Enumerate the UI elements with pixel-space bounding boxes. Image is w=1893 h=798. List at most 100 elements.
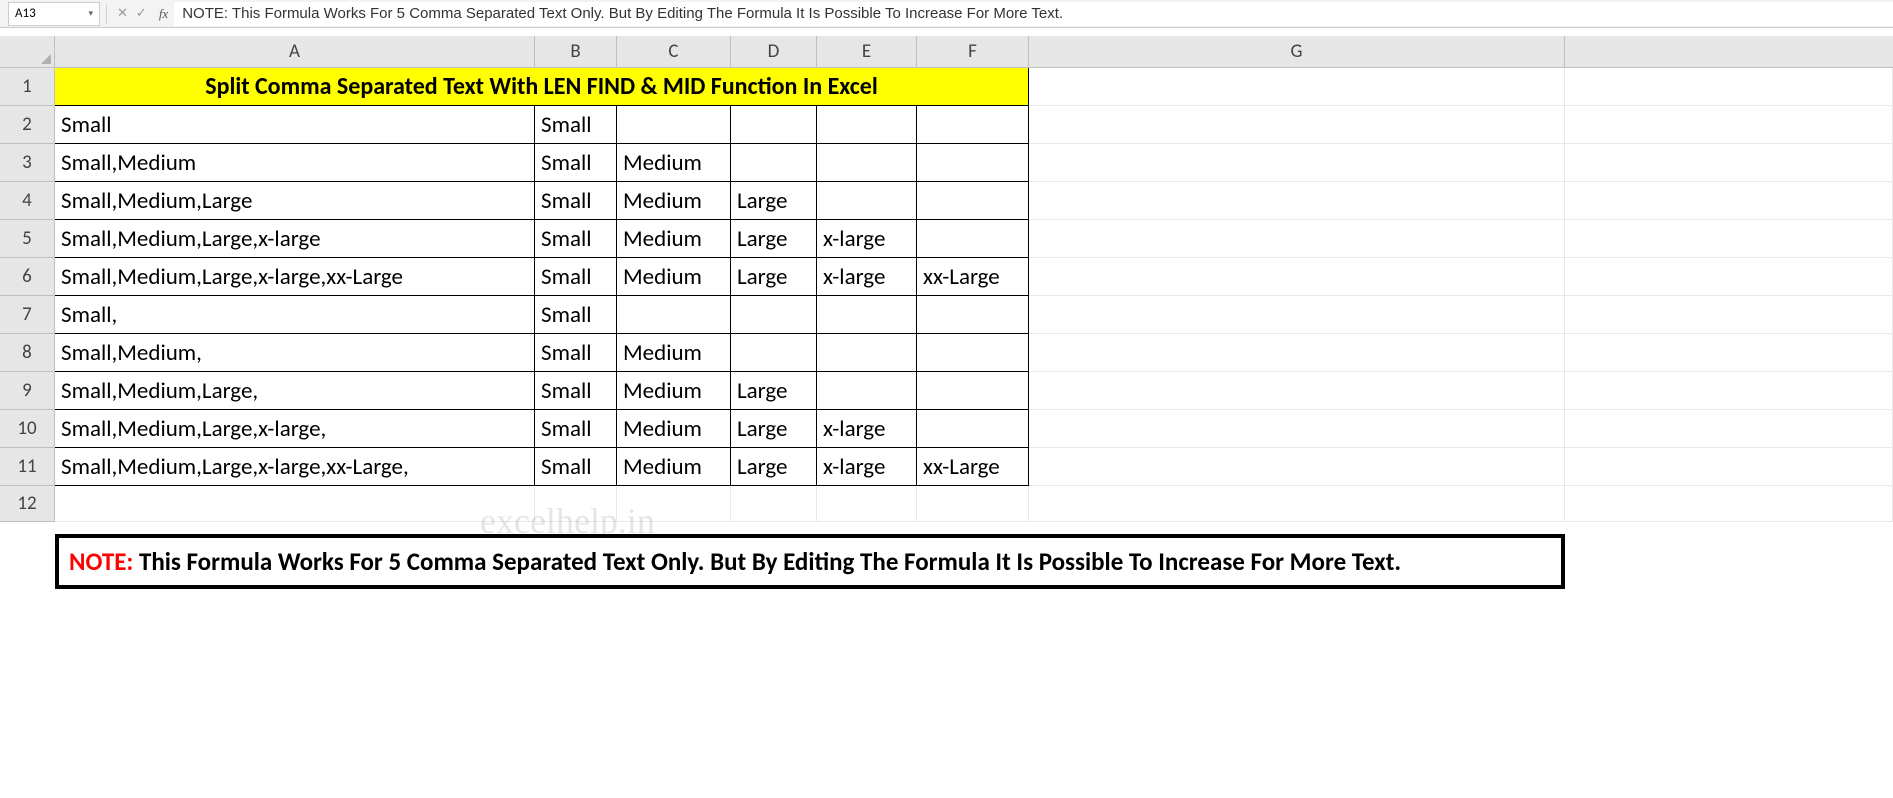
- formula-input[interactable]: [174, 2, 1893, 26]
- row-header-1[interactable]: 1: [0, 68, 55, 106]
- enter-icon[interactable]: ✓: [136, 6, 147, 21]
- cell[interactable]: [731, 486, 817, 522]
- cell[interactable]: [917, 144, 1029, 182]
- row-header-2[interactable]: 2: [0, 106, 55, 144]
- cell[interactable]: [617, 296, 731, 334]
- cell[interactable]: Large: [731, 182, 817, 220]
- cell[interactable]: [817, 334, 917, 372]
- row-header-5[interactable]: 5: [0, 220, 55, 258]
- cell[interactable]: [617, 106, 731, 144]
- cell[interactable]: Small: [535, 448, 617, 486]
- cell[interactable]: [1029, 68, 1565, 106]
- cell[interactable]: x-large: [817, 448, 917, 486]
- cell[interactable]: Small: [535, 258, 617, 296]
- cell[interactable]: [1565, 258, 1893, 296]
- cell[interactable]: [817, 296, 917, 334]
- cell[interactable]: [731, 144, 817, 182]
- cell[interactable]: [1565, 144, 1893, 182]
- cell[interactable]: Small: [535, 106, 617, 144]
- cell[interactable]: Large: [731, 410, 817, 448]
- cell[interactable]: Small,Medium,Large,x-large,xx-Large: [55, 258, 535, 296]
- cell[interactable]: [1029, 296, 1565, 334]
- cell[interactable]: [535, 486, 617, 522]
- col-header-G[interactable]: G: [1029, 36, 1565, 68]
- note-box[interactable]: NOTE: This Formula Works For 5 Comma Sep…: [55, 534, 1565, 589]
- cancel-icon[interactable]: ✕: [117, 6, 128, 21]
- cell[interactable]: Small,Medium,Large,: [55, 372, 535, 410]
- cell[interactable]: [917, 372, 1029, 410]
- cell[interactable]: Small,Medium,: [55, 334, 535, 372]
- cell[interactable]: xx-Large: [917, 258, 1029, 296]
- cell[interactable]: [1565, 334, 1893, 372]
- name-box-dropdown-icon[interactable]: ▾: [88, 8, 93, 19]
- cell[interactable]: Small: [535, 296, 617, 334]
- cell[interactable]: Medium: [617, 448, 731, 486]
- cell[interactable]: [1029, 220, 1565, 258]
- cell[interactable]: Large: [731, 372, 817, 410]
- cell[interactable]: [731, 334, 817, 372]
- cell[interactable]: [817, 182, 917, 220]
- cell[interactable]: Small: [535, 144, 617, 182]
- cell[interactable]: [1565, 410, 1893, 448]
- cell[interactable]: Small: [535, 410, 617, 448]
- col-header-B[interactable]: B: [535, 36, 617, 68]
- row-header-10[interactable]: 10: [0, 410, 55, 448]
- name-box[interactable]: A13 ▾: [8, 2, 100, 26]
- cell[interactable]: [1029, 182, 1565, 220]
- row-header-9[interactable]: 9: [0, 372, 55, 410]
- cell[interactable]: [917, 220, 1029, 258]
- cell[interactable]: [917, 296, 1029, 334]
- cell[interactable]: Small: [535, 220, 617, 258]
- cell[interactable]: [55, 486, 535, 522]
- cell[interactable]: Small: [535, 334, 617, 372]
- cell[interactable]: Small,Medium,Large,x-large: [55, 220, 535, 258]
- cell[interactable]: Medium: [617, 220, 731, 258]
- cell[interactable]: [1029, 106, 1565, 144]
- cell[interactable]: [917, 182, 1029, 220]
- fx-icon[interactable]: fx: [159, 6, 168, 22]
- cell[interactable]: Large: [731, 220, 817, 258]
- select-all-corner[interactable]: [0, 36, 55, 68]
- cell[interactable]: [1565, 296, 1893, 334]
- cell[interactable]: x-large: [817, 410, 917, 448]
- cell[interactable]: [817, 486, 917, 522]
- cell[interactable]: [1029, 410, 1565, 448]
- cell[interactable]: Small: [55, 106, 535, 144]
- cell[interactable]: xx-Large: [917, 448, 1029, 486]
- cell[interactable]: [1565, 106, 1893, 144]
- col-header-D[interactable]: D: [731, 36, 817, 68]
- row-header-6[interactable]: 6: [0, 258, 55, 296]
- cell[interactable]: Large: [731, 258, 817, 296]
- cell[interactable]: [917, 486, 1029, 522]
- row-header-11[interactable]: 11: [0, 448, 55, 486]
- cell[interactable]: Small,Medium,Large,x-large,xx-Large,: [55, 448, 535, 486]
- cell[interactable]: Medium: [617, 182, 731, 220]
- cell[interactable]: Large: [731, 448, 817, 486]
- cell[interactable]: [817, 106, 917, 144]
- cell[interactable]: [817, 144, 917, 182]
- title-cell[interactable]: Split Comma Separated Text With LEN FIND…: [55, 68, 1029, 106]
- cell[interactable]: [917, 334, 1029, 372]
- cell[interactable]: Medium: [617, 410, 731, 448]
- col-header-C[interactable]: C: [617, 36, 731, 68]
- row-header-3[interactable]: 3: [0, 144, 55, 182]
- cell[interactable]: [1029, 144, 1565, 182]
- cell[interactable]: Small,Medium,Large,x-large,: [55, 410, 535, 448]
- cell[interactable]: [817, 372, 917, 410]
- cell[interactable]: Medium: [617, 258, 731, 296]
- cell[interactable]: [1565, 68, 1893, 106]
- cell[interactable]: [1565, 220, 1893, 258]
- cell[interactable]: [1029, 334, 1565, 372]
- cell[interactable]: [731, 106, 817, 144]
- cell[interactable]: x-large: [817, 258, 917, 296]
- cell[interactable]: [731, 296, 817, 334]
- row-header-12[interactable]: 12: [0, 486, 55, 522]
- cell[interactable]: Small: [535, 182, 617, 220]
- cell[interactable]: Medium: [617, 144, 731, 182]
- cell[interactable]: Small: [535, 372, 617, 410]
- col-header-E[interactable]: E: [817, 36, 917, 68]
- row-header-7[interactable]: 7: [0, 296, 55, 334]
- col-header-rest[interactable]: [1565, 36, 1893, 68]
- cell[interactable]: [1029, 372, 1565, 410]
- cell[interactable]: Medium: [617, 334, 731, 372]
